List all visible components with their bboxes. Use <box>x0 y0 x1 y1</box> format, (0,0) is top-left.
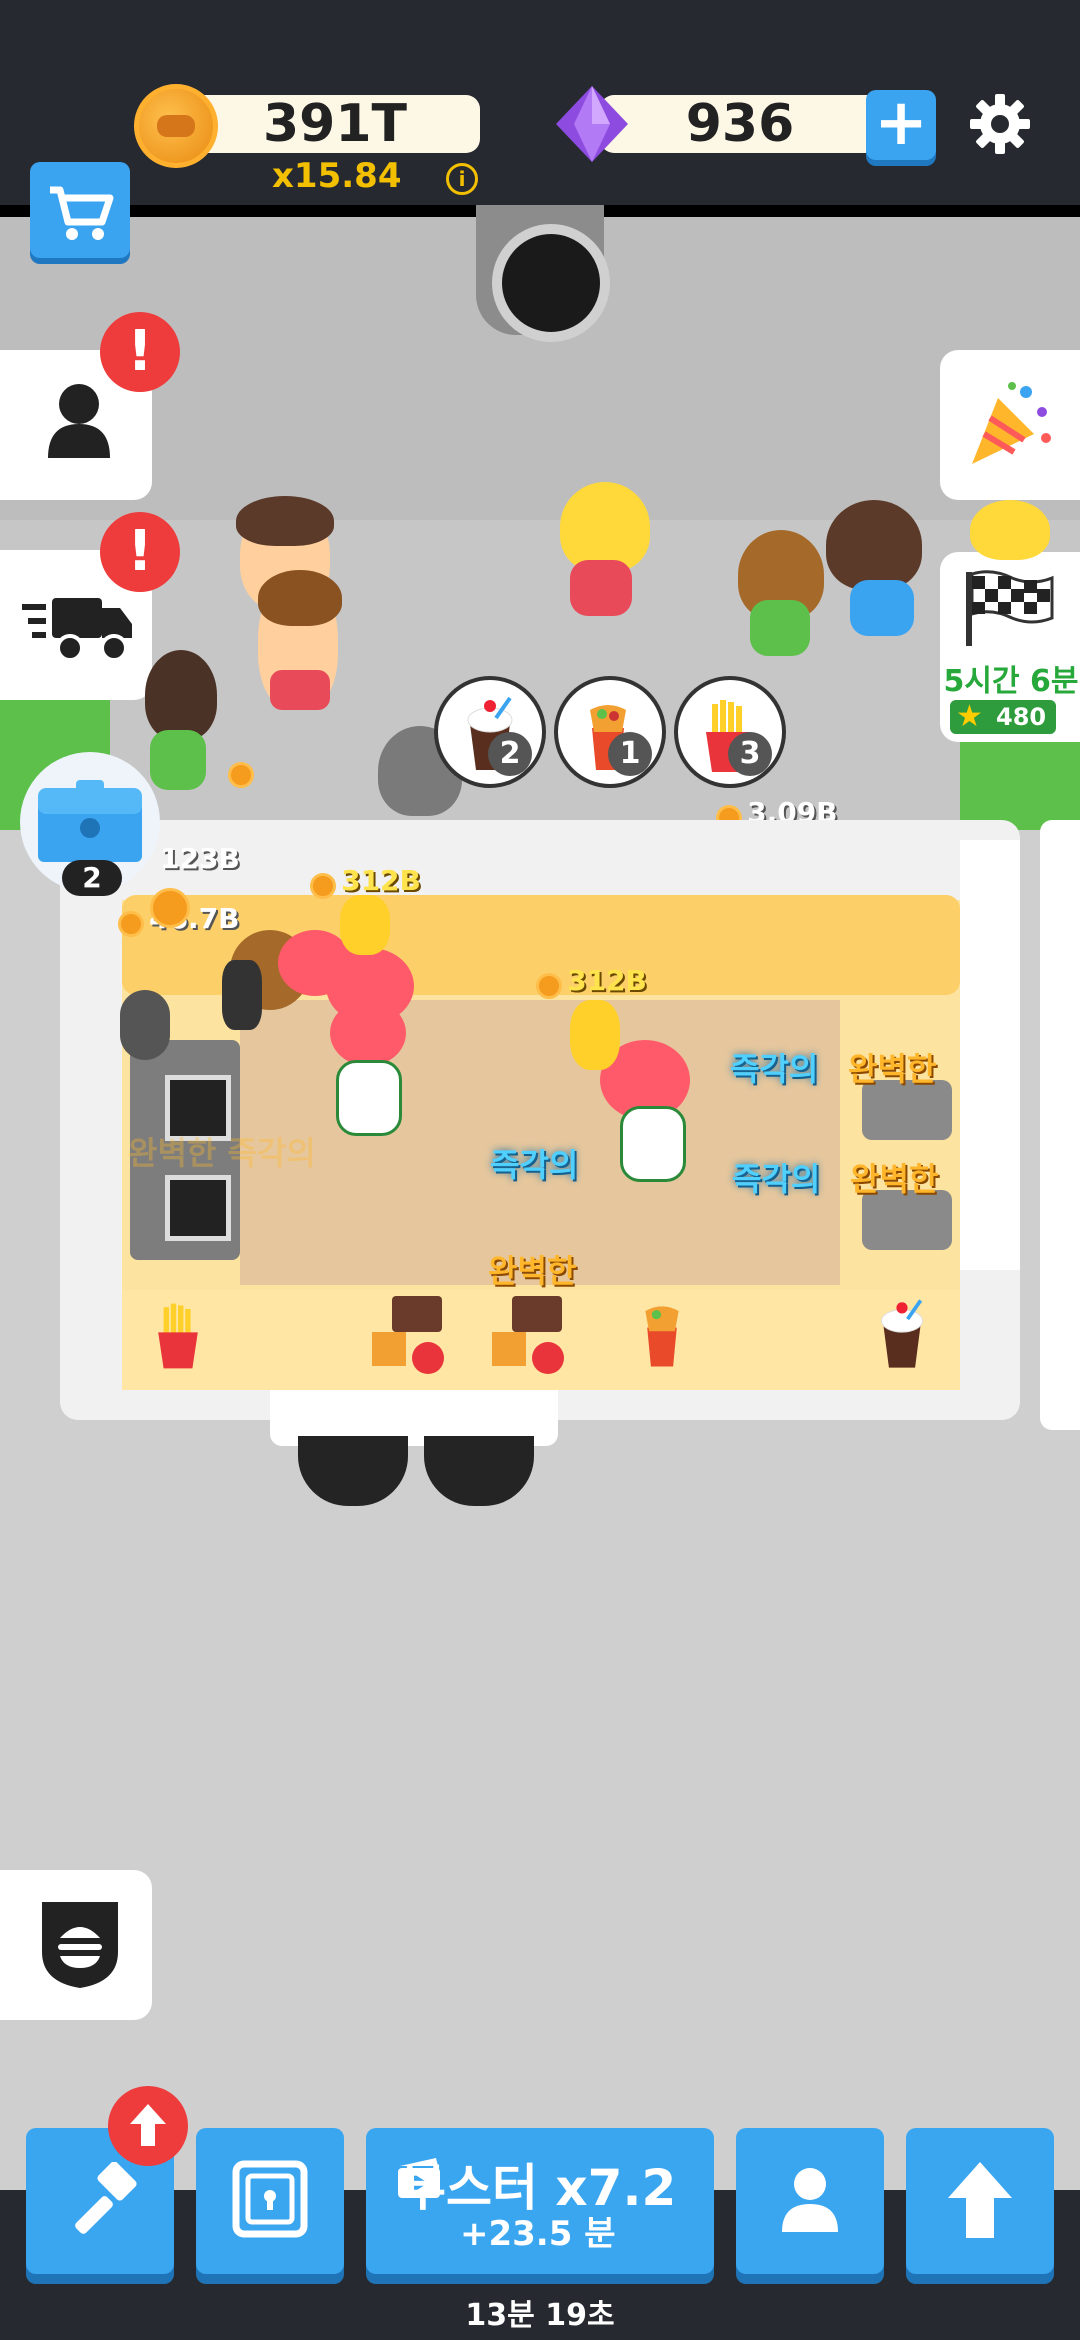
hammer-icon <box>75 2162 137 2234</box>
wrap-icon <box>645 1306 679 1367</box>
coin-icon <box>118 910 144 937</box>
coin-icon <box>134 84 218 168</box>
order-bubble: 3 <box>674 676 786 788</box>
truck-wheel <box>424 1436 534 1506</box>
customer-shirt <box>570 560 632 616</box>
coin-amount: 391T <box>262 94 407 154</box>
event-star-count: 480 <box>996 703 1047 731</box>
truck-side-wall <box>960 840 1020 1270</box>
settings-gear-icon[interactable] <box>968 92 1032 156</box>
burger-shield-icon <box>42 1902 118 1988</box>
station-label-perfect: 완벽한 <box>850 1160 939 1198</box>
station-label-instant: 즉각의 <box>732 1160 821 1198</box>
earning-text: 312B <box>567 964 647 997</box>
chest-icon <box>38 780 142 862</box>
station-label-perfect: 완벽한 <box>488 1252 577 1290</box>
gold-trophy <box>340 895 390 955</box>
party-event-button[interactable] <box>940 350 1080 500</box>
checkered-flag-icon <box>966 570 1054 646</box>
vault-button[interactable] <box>196 2128 344 2274</box>
customer <box>826 500 922 590</box>
order-count: 3 <box>728 732 772 776</box>
tire <box>120 990 170 1060</box>
gem-icon <box>556 86 628 162</box>
customer <box>970 500 1050 560</box>
race-event-button[interactable]: 5시간 6분 ★ 480 <box>940 552 1080 742</box>
earning-label: 312B <box>536 964 647 999</box>
customer <box>560 482 650 572</box>
station-label-instant: 즉각의 <box>490 1146 579 1184</box>
earning-label: 123B <box>160 842 240 875</box>
raccoon-helper <box>222 960 262 1030</box>
gem-amount: 936 <box>685 94 795 154</box>
delivery-truck-icon <box>22 598 132 662</box>
chef-body <box>336 1060 402 1136</box>
booster-duration: +23.5 분 <box>460 2214 616 2254</box>
coin-icon <box>228 762 254 788</box>
customer-hair <box>258 570 342 626</box>
info-icon[interactable]: i <box>446 163 478 195</box>
customer-shirt <box>850 580 914 636</box>
customer-hair <box>236 496 334 546</box>
order-count: 2 <box>488 732 532 776</box>
delivery-alert-icon: ! <box>100 512 180 592</box>
earning-text: 123B <box>160 842 240 875</box>
income-multiplier: x15.84 <box>272 156 402 196</box>
booster-timer: 13분 19초 <box>465 2298 615 2333</box>
earning-label: 312B <box>310 864 421 899</box>
coin-counter: 391T <box>190 95 480 153</box>
truck-wheel <box>298 1436 408 1506</box>
fries-icon <box>158 1303 198 1369</box>
manhole <box>492 224 610 342</box>
cutting-board <box>372 1296 444 1376</box>
event-countdown: 5시간 6분 <box>943 664 1079 699</box>
order-bubble: 2 <box>434 676 546 788</box>
chest-count: 2 <box>62 860 122 896</box>
customer-shirt <box>750 600 810 656</box>
staff-alert-icon: ! <box>100 312 180 392</box>
customer-shirt <box>270 670 330 710</box>
cutting-board <box>492 1296 564 1376</box>
earning-text: 312B <box>341 864 421 897</box>
milkshake-icon <box>881 1299 923 1368</box>
station-label-perfect: 완벽한 <box>848 1050 937 1088</box>
chef-body <box>620 1106 686 1182</box>
gold-trophy <box>570 1000 620 1070</box>
party-popper-icon <box>972 382 1051 464</box>
buy-gems-button[interactable]: + <box>866 90 936 160</box>
event-stars: ★ 480 <box>950 700 1056 734</box>
coin-icon <box>150 888 190 928</box>
gem-counter: 936 <box>600 95 880 153</box>
managers-button[interactable] <box>736 2128 884 2274</box>
coin-icon <box>536 972 562 999</box>
star-icon: ★ <box>956 699 983 734</box>
upgrade-alert-icon <box>108 2086 188 2166</box>
person-icon <box>782 2168 838 2232</box>
arrow-up-icon <box>948 2162 1012 2238</box>
station-label-instant: 즉각의 <box>730 1050 819 1088</box>
upgrades-button[interactable] <box>906 2128 1054 2274</box>
faded-station-label: 완벽한 즉각의 <box>128 1134 316 1172</box>
customer <box>145 650 217 740</box>
safe-icon <box>232 2160 308 2238</box>
shopping-cart-icon <box>50 186 114 240</box>
order-count: 1 <box>608 732 652 776</box>
order-bubble: 1 <box>554 676 666 788</box>
person-icon <box>48 384 110 458</box>
shop-button[interactable] <box>30 162 130 258</box>
neighbor-truck-edge <box>1040 820 1080 1430</box>
menu-button[interactable] <box>0 1870 152 2020</box>
coin-icon <box>310 872 336 899</box>
customer-shirt <box>150 730 206 790</box>
chef-hat <box>330 1000 406 1066</box>
fryer-basket <box>165 1175 231 1241</box>
chest-button[interactable]: 2 <box>20 752 160 896</box>
